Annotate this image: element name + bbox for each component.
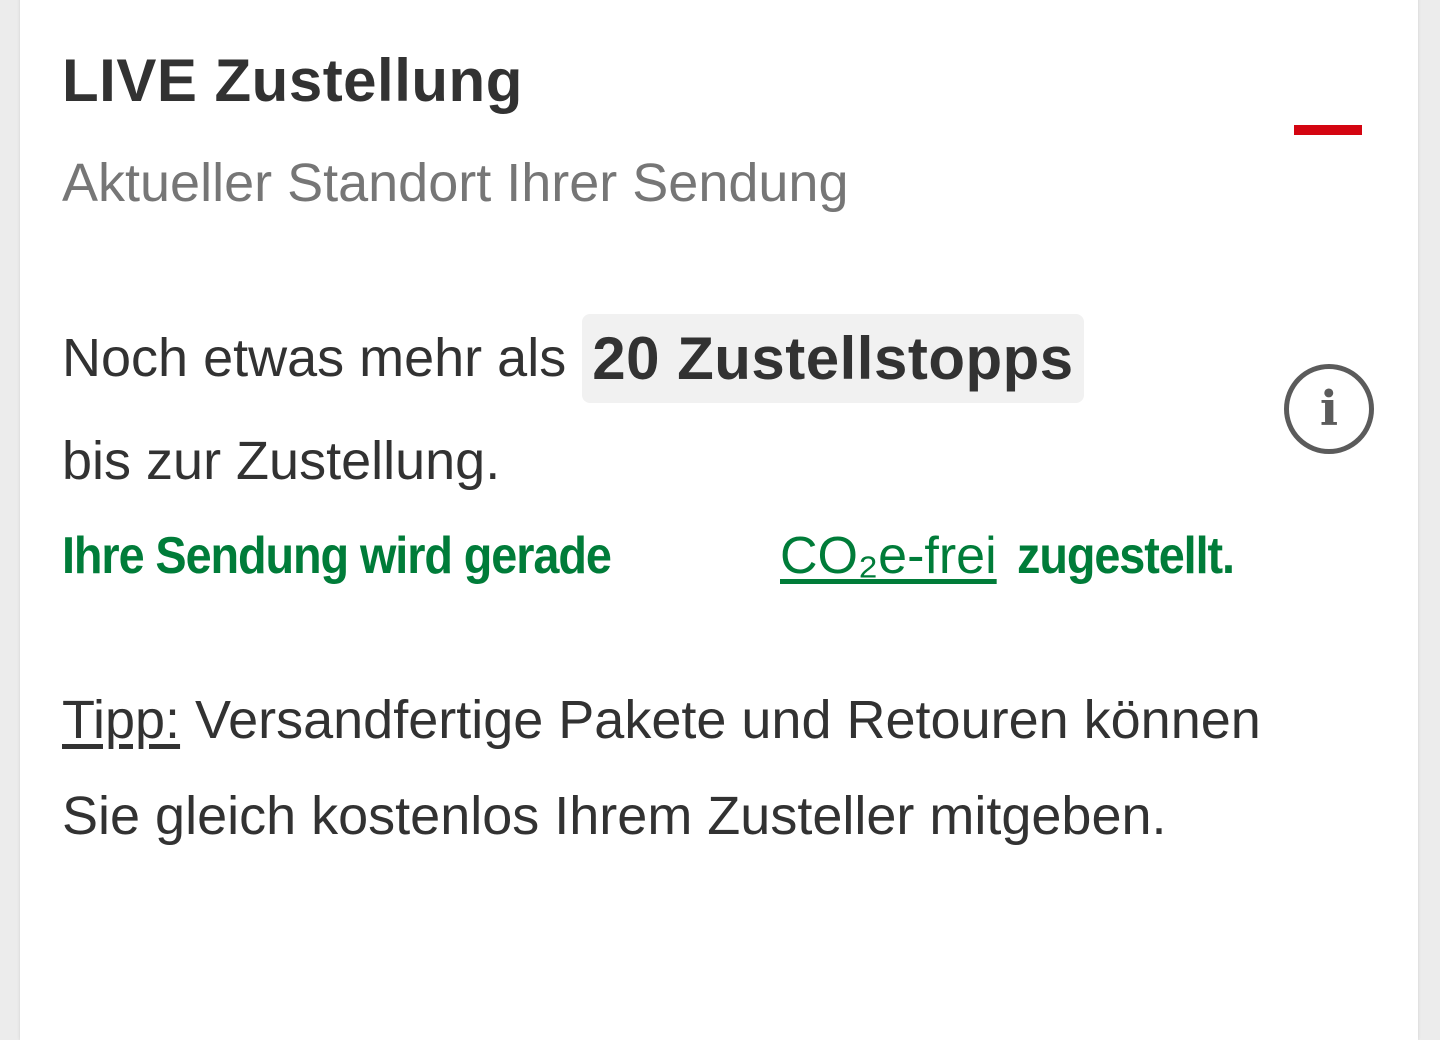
tip-text: Versandfertige Pakete und Retouren könne… (62, 690, 1261, 846)
stops-suffix: bis zur Zustellung. (62, 431, 501, 491)
collapse-button[interactable] (1284, 108, 1374, 152)
stops-info-line: Noch etwas mehr als 20 Zustellstopps (62, 306, 1084, 410)
co2-status-prefix: Ihre Sendung wird gerade (62, 527, 612, 585)
card-subtitle: Aktueller Standort Ihrer Sendung (62, 153, 849, 213)
minus-icon (1294, 125, 1362, 135)
info-button[interactable]: i (1284, 364, 1374, 454)
co2-status-line: Ihre Sendung wird gerade CO₂e-frei zuges… (62, 526, 1327, 586)
co2-status-suffix: zugestellt. (1016, 527, 1235, 585)
co2-free-link[interactable]: CO₂e-frei (780, 526, 997, 586)
card-title: LIVE Zustellung (62, 47, 523, 114)
tip-paragraph: Tipp: Versandfertige Pakete und Retouren… (62, 672, 1352, 864)
tip-label: Tipp: (62, 690, 181, 750)
stops-count-badge: 20 Zustellstopps (582, 313, 1084, 403)
stops-prefix: Noch etwas mehr als (62, 328, 567, 388)
info-circle-icon: i (1319, 381, 1339, 437)
